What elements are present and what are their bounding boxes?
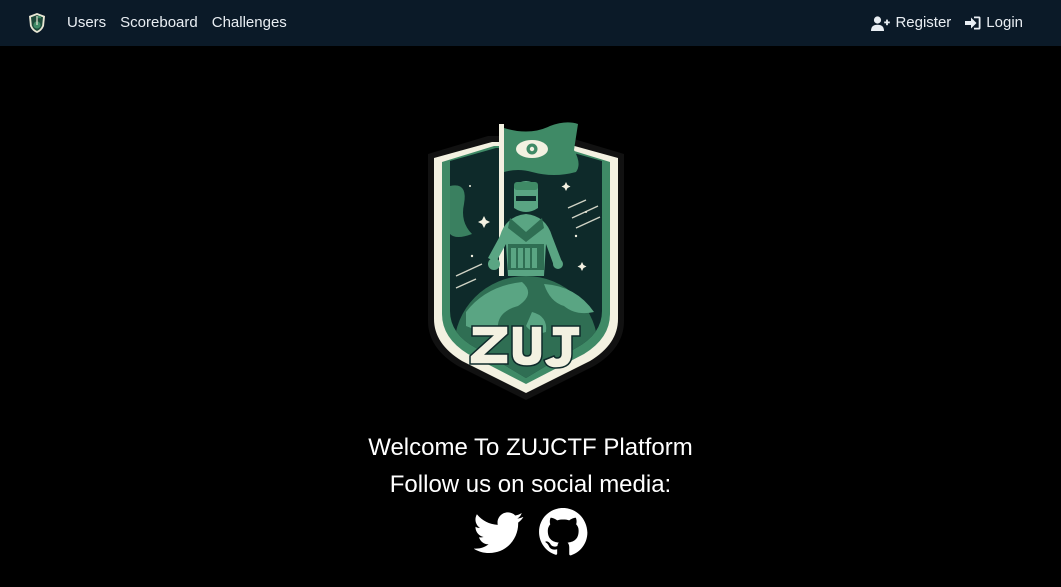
user-plus-icon	[871, 15, 891, 31]
nav-auth: Register Login	[857, 0, 1023, 46]
zujctf-shield-icon[interactable]	[28, 12, 46, 34]
github-icon	[538, 508, 587, 556]
welcome-heading: Welcome To ZUJCTF Platform	[368, 434, 693, 461]
nav-links: Users Scoreboard Challenges	[60, 0, 294, 46]
login-link[interactable]: Login	[951, 0, 1023, 46]
github-link[interactable]	[538, 507, 588, 557]
nav-scoreboard-link[interactable]: Scoreboard	[113, 0, 205, 46]
nav-challenges-link[interactable]: Challenges	[205, 0, 294, 46]
twitter-link[interactable]	[472, 507, 524, 557]
register-label: Register	[895, 14, 952, 31]
sign-in-icon	[965, 16, 981, 30]
follow-text: Follow us on social media:	[389, 471, 672, 498]
login-label: Login	[986, 14, 1023, 31]
register-link[interactable]: Register	[857, 0, 951, 46]
nav-users-link[interactable]: Users	[60, 0, 113, 46]
twitter-icon	[472, 512, 523, 554]
zujctf-emblem	[428, 122, 624, 400]
top-navbar: Users Scoreboard Challenges Register Log…	[0, 0, 1061, 46]
social-links	[0, 507, 1061, 557]
